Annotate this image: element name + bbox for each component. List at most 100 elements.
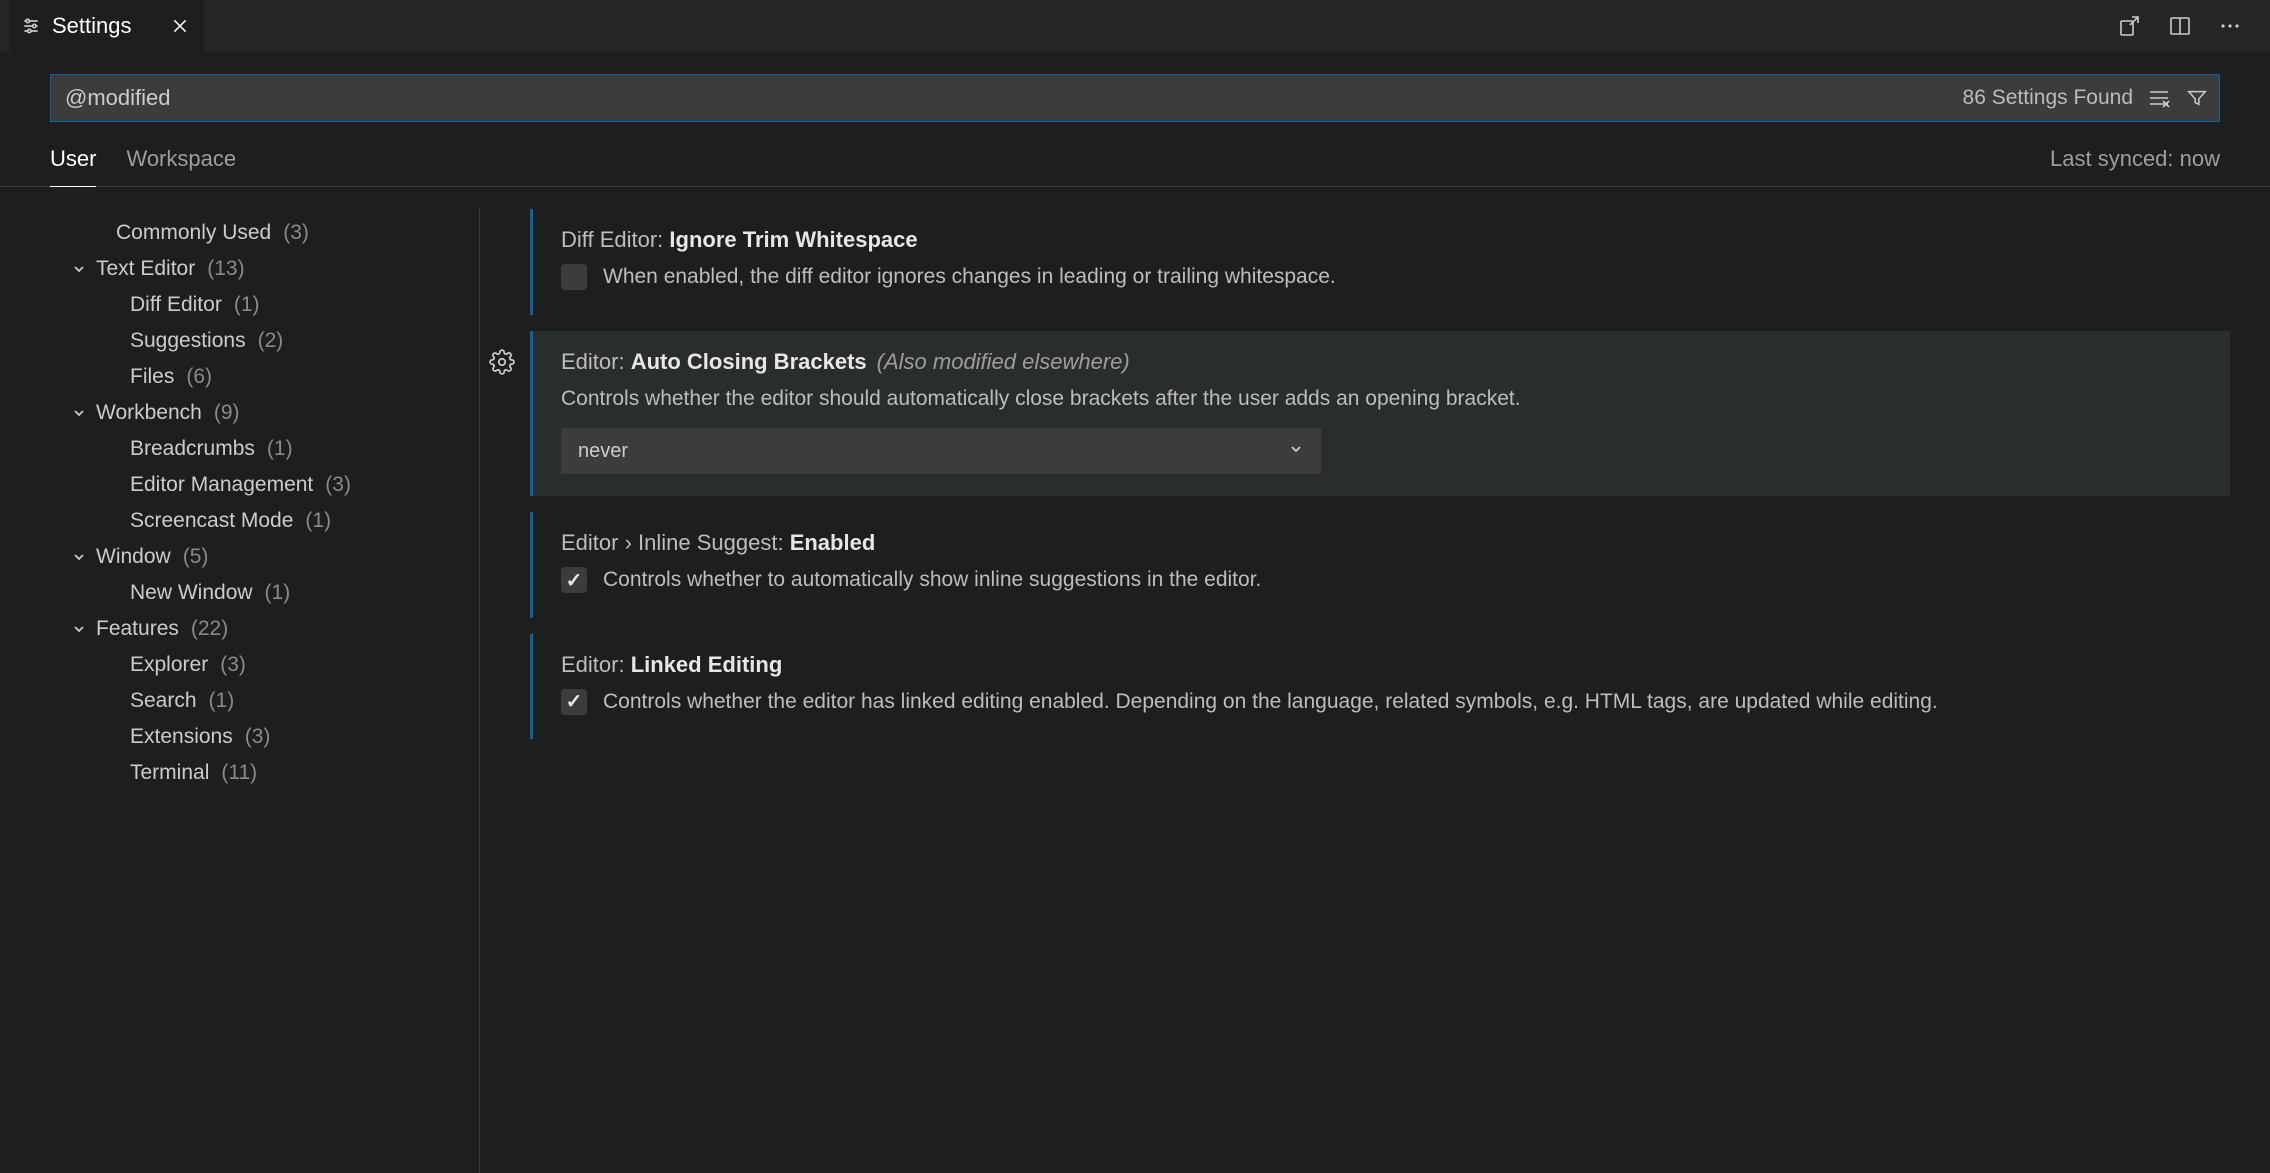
setting-title: Editor › Inline Suggest: Enabled bbox=[561, 530, 2206, 556]
more-actions-icon[interactable] bbox=[2218, 14, 2242, 38]
settings-body: Commonly Used (3)Text Editor (13)Diff Ed… bbox=[0, 187, 2270, 1173]
tree-item-label: Diff Editor bbox=[130, 293, 222, 317]
tab-group: Settings bbox=[10, 0, 204, 52]
close-icon[interactable] bbox=[170, 16, 190, 36]
modified-elsewhere-label: (Also modified elsewhere) bbox=[877, 349, 1130, 374]
setting-title: Editor: Auto Closing Brackets (Also modif… bbox=[561, 349, 2206, 375]
select-value: never bbox=[578, 440, 628, 463]
tree-item-count: (13) bbox=[207, 257, 244, 281]
setting-prefix: Diff Editor: bbox=[561, 227, 669, 252]
checkbox[interactable] bbox=[561, 264, 587, 290]
tree-item[interactable]: Features (22) bbox=[60, 611, 469, 647]
tree-item-count: (6) bbox=[186, 365, 212, 389]
search-box[interactable]: 86 Settings Found bbox=[50, 74, 2220, 122]
chevron-down-icon bbox=[70, 621, 88, 637]
tree-item[interactable]: Workbench (9) bbox=[60, 395, 469, 431]
tree-item-label: Window bbox=[96, 545, 171, 569]
chevron-down-icon bbox=[1288, 441, 1304, 462]
tree-item[interactable]: Text Editor (13) bbox=[60, 251, 469, 287]
tree-item-label: Terminal bbox=[130, 761, 209, 785]
select-dropdown[interactable]: never bbox=[561, 428, 1321, 474]
setting-name: Linked Editing bbox=[631, 652, 783, 677]
search-actions bbox=[2147, 86, 2209, 110]
tree-item-label: Breadcrumbs bbox=[130, 437, 255, 461]
chevron-down-icon bbox=[70, 549, 88, 565]
tab-title: Settings bbox=[52, 13, 132, 39]
tree-item-label: Workbench bbox=[96, 401, 202, 425]
setting-item[interactable]: Editor: Auto Closing Brackets (Also modif… bbox=[530, 331, 2230, 497]
checkbox[interactable] bbox=[561, 689, 587, 715]
chevron-down-icon bbox=[70, 405, 88, 421]
open-changes-icon[interactable] bbox=[2118, 14, 2142, 38]
setting-description: Controls whether the editor should autom… bbox=[561, 383, 2206, 415]
tree-item[interactable]: Explorer (3) bbox=[60, 647, 469, 683]
setting-name: Enabled bbox=[790, 530, 876, 555]
tree-item-count: (1) bbox=[267, 437, 293, 461]
settings-tree[interactable]: Commonly Used (3)Text Editor (13)Diff Ed… bbox=[60, 209, 480, 1173]
tree-item-count: (1) bbox=[209, 689, 235, 713]
tree-item-label: Editor Management bbox=[130, 473, 313, 497]
setting-name: Ignore Trim Whitespace bbox=[669, 227, 917, 252]
setting-item[interactable]: Editor › Inline Suggest: Enabled Controls… bbox=[530, 512, 2230, 618]
search-input[interactable] bbox=[65, 85, 1963, 111]
checkbox[interactable] bbox=[561, 567, 587, 593]
setting-prefix: Editor › Inline Suggest: bbox=[561, 530, 790, 555]
sync-status[interactable]: Last synced: now bbox=[2050, 146, 2220, 186]
tree-item-count: (1) bbox=[305, 509, 331, 533]
tree-item-count: (2) bbox=[258, 329, 284, 353]
tree-item[interactable]: Suggestions (2) bbox=[60, 323, 469, 359]
titlebar: Settings bbox=[0, 0, 2270, 52]
tree-item[interactable]: Diff Editor (1) bbox=[60, 287, 469, 323]
gear-icon[interactable] bbox=[489, 349, 515, 375]
tree-item-label: Extensions bbox=[130, 725, 233, 749]
tree-item-label: New Window bbox=[130, 581, 253, 605]
setting-control-row: Controls whether the editor has linked e… bbox=[561, 686, 2206, 718]
tree-item-label: Features bbox=[96, 617, 179, 641]
filter-icon[interactable] bbox=[2185, 86, 2209, 110]
tree-item-label: Screencast Mode bbox=[130, 509, 293, 533]
setting-item[interactable]: Editor: Linked Editing Controls whether t… bbox=[530, 634, 2230, 740]
setting-description: When enabled, the diff editor ignores ch… bbox=[603, 261, 1336, 293]
tree-item[interactable]: Files (6) bbox=[60, 359, 469, 395]
chevron-down-icon bbox=[70, 261, 88, 277]
setting-item[interactable]: Diff Editor: Ignore Trim Whitespace When … bbox=[530, 209, 2230, 315]
tree-item[interactable]: Commonly Used (3) bbox=[60, 215, 469, 251]
setting-description: Controls whether to automatically show i… bbox=[603, 564, 1261, 596]
tree-item[interactable]: Terminal (11) bbox=[60, 755, 469, 791]
tab-settings[interactable]: Settings bbox=[10, 0, 204, 52]
split-editor-icon[interactable] bbox=[2168, 14, 2192, 38]
setting-description: Controls whether the editor has linked e… bbox=[603, 686, 1938, 718]
tree-item[interactable]: Breadcrumbs (1) bbox=[60, 431, 469, 467]
tree-item-label: Explorer bbox=[130, 653, 208, 677]
scope-tab-user[interactable]: User bbox=[50, 146, 96, 187]
tree-item-label: Search bbox=[130, 689, 197, 713]
setting-prefix: Editor: bbox=[561, 652, 631, 677]
settings-content[interactable]: Diff Editor: Ignore Trim Whitespace When … bbox=[480, 209, 2230, 1173]
tree-item[interactable]: New Window (1) bbox=[60, 575, 469, 611]
tree-item-count: (9) bbox=[214, 401, 240, 425]
tree-item-count: (3) bbox=[220, 653, 246, 677]
tree-item[interactable]: Window (5) bbox=[60, 539, 469, 575]
title-actions bbox=[2118, 14, 2260, 38]
search-count: 86 Settings Found bbox=[1963, 86, 2133, 110]
setting-prefix: Editor: bbox=[561, 349, 631, 374]
tree-item[interactable]: Editor Management (3) bbox=[60, 467, 469, 503]
tree-item-count: (3) bbox=[325, 473, 351, 497]
settings-tab-icon bbox=[20, 15, 42, 37]
tree-item-label: Text Editor bbox=[96, 257, 195, 281]
tree-item-count: (1) bbox=[265, 581, 291, 605]
search-row: 86 Settings Found bbox=[0, 52, 2270, 122]
tree-item-label: Commonly Used bbox=[116, 221, 271, 245]
tree-item-count: (1) bbox=[234, 293, 260, 317]
scope-tab-workspace[interactable]: Workspace bbox=[126, 146, 236, 186]
tree-item[interactable]: Screencast Mode (1) bbox=[60, 503, 469, 539]
tree-item[interactable]: Search (1) bbox=[60, 683, 469, 719]
tree-item[interactable]: Extensions (3) bbox=[60, 719, 469, 755]
clear-search-icon[interactable] bbox=[2147, 86, 2171, 110]
tree-item-label: Files bbox=[130, 365, 174, 389]
setting-title: Editor: Linked Editing bbox=[561, 652, 2206, 678]
setting-name: Auto Closing Brackets bbox=[631, 349, 867, 374]
tree-item-count: (11) bbox=[221, 761, 257, 785]
tree-item-count: (3) bbox=[245, 725, 271, 749]
setting-title: Diff Editor: Ignore Trim Whitespace bbox=[561, 227, 2206, 253]
